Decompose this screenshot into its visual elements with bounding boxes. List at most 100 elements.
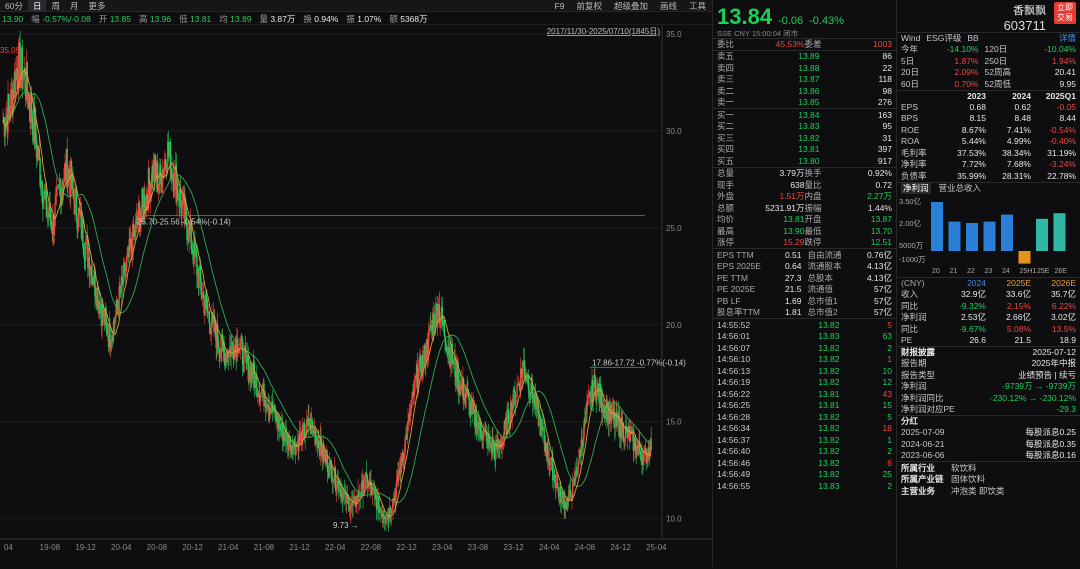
fundamental-row: PE TTM 27.3 总股本 4.13亿 bbox=[713, 272, 896, 284]
range-label: 2017/11/30-2025/07/10(1845日) bbox=[547, 27, 661, 36]
stat-row: 总额 5231.91万 振幅 1.44% bbox=[713, 202, 896, 214]
ohlc-field-label: 均 bbox=[219, 13, 231, 24]
tick-price: 13.82 bbox=[818, 319, 840, 330]
bid-level-row[interactable]: 买四 13.81 397 bbox=[713, 144, 896, 156]
stat-value: 13.70 bbox=[870, 225, 892, 236]
fundamental-label: 总市值2 bbox=[807, 307, 838, 318]
ohlc-field-value: 13.85 bbox=[109, 13, 131, 24]
industry-value: 软饮料 bbox=[951, 462, 977, 473]
ask-volume: 276 bbox=[877, 97, 892, 108]
ma-line-green bbox=[2, 91, 652, 504]
quote-panel: 13.84 -0.06 -0.43% SSE CNY 15:00:04 闭市 委… bbox=[712, 0, 896, 567]
stat-label: 振幅 bbox=[804, 202, 822, 213]
tick-volume: 10 bbox=[882, 365, 892, 376]
period-tab[interactable]: 周 bbox=[46, 0, 65, 12]
performance-row: 今年 -14.10% 120日 -10.04% bbox=[897, 44, 1080, 56]
fundamental-value: 57亿 bbox=[874, 295, 892, 306]
industry-value: 固体饮料 bbox=[951, 474, 986, 485]
perf-value: 0.70% bbox=[954, 78, 979, 89]
forecast-value: 13.5% bbox=[1051, 323, 1076, 334]
metric-row: ROE 8.67% 7.41% -0.54% bbox=[897, 124, 1080, 136]
period-tab[interactable]: 60分 bbox=[0, 0, 28, 12]
profit-bar bbox=[948, 221, 961, 251]
period-tab[interactable]: 更多 bbox=[84, 0, 111, 12]
kline-chart[interactable]: 10.0 15.0 20.0 25.0 30.0 35.0 2017/11/30-2025/… bbox=[0, 26, 712, 567]
stat-value: 13.90 bbox=[783, 225, 805, 236]
candle-body bbox=[541, 419, 543, 428]
report-value: 业绩预告 | 续亏 bbox=[1018, 369, 1076, 380]
x-tick-label: 24-04 bbox=[539, 543, 560, 552]
stat-label: 换手 bbox=[804, 168, 822, 179]
forecast-value: 33.6亿 bbox=[1005, 289, 1031, 300]
ask-level-row[interactable]: 卖五 13.89 86 bbox=[713, 51, 896, 63]
tick-time: 14:55:52 bbox=[717, 319, 751, 330]
forecast-header-cell: 2024 bbox=[967, 278, 986, 289]
tick-price: 13.82 bbox=[818, 457, 840, 468]
forecast-value: 2.53亿 bbox=[960, 312, 986, 323]
fundamental-value: 0.51 bbox=[784, 249, 802, 260]
ohlc-field-value: 1.07% bbox=[357, 13, 382, 24]
tick-price: 13.82 bbox=[818, 354, 840, 365]
trade-tick-row: 14:56:49 13.82 25 bbox=[713, 469, 896, 481]
tick-volume: 1 bbox=[887, 434, 892, 445]
toolbar-action-button[interactable]: 工具 bbox=[683, 0, 712, 12]
forecast-value: 26.6 bbox=[969, 335, 986, 346]
dividend-date: 2023-06-06 bbox=[901, 450, 945, 461]
tick-price: 13.81 bbox=[818, 388, 840, 399]
metric-value: 5.44% bbox=[961, 136, 986, 147]
candle-body bbox=[443, 320, 446, 337]
tick-volume: 5 bbox=[887, 319, 892, 330]
report-label: 净利润 bbox=[901, 381, 927, 392]
rating-tab[interactable]: BB bbox=[967, 33, 978, 43]
report-label: 报告类型 bbox=[901, 369, 936, 380]
toolbar-action-button[interactable]: F9 bbox=[549, 1, 571, 11]
bar-x-label: 24 bbox=[1002, 268, 1010, 275]
ask-level-row[interactable]: 卖四 13.88 22 bbox=[713, 62, 896, 74]
trade-button[interactable]: 立即 交易 bbox=[1054, 2, 1076, 24]
period-tab[interactable]: 月 bbox=[65, 0, 84, 12]
x-tick-label: 04 bbox=[4, 543, 13, 552]
metrics-year: 2023 bbox=[967, 90, 986, 101]
toolbar-action-button[interactable]: 前复权 bbox=[570, 0, 608, 12]
stat-label: 量比 bbox=[804, 179, 822, 190]
bid-level-row[interactable]: 买三 13.82 31 bbox=[713, 132, 896, 144]
trade-tick-row: 14:56:22 13.81 43 bbox=[713, 388, 896, 400]
profit-bar-chart: 3.50亿 2.00亿 5000万 -1000万 20 21 22 23 24 25H1 25E 26… bbox=[899, 196, 1068, 275]
bid-level-label: 买五 bbox=[717, 155, 735, 166]
order-ratio-value: 45.53% bbox=[775, 39, 805, 50]
ohlc-field-label: 幅 bbox=[31, 13, 43, 24]
detail-link[interactable]: 详情 bbox=[1059, 32, 1076, 44]
report-row: 报告类型 业绩预告 | 续亏 bbox=[897, 369, 1080, 381]
x-tick-label: 21-12 bbox=[289, 543, 310, 552]
bid-level-row[interactable]: 买一 13.84 163 bbox=[713, 109, 896, 121]
ask-level-row[interactable]: 卖一 13.85 276 bbox=[713, 97, 896, 109]
ask-level-row[interactable]: 卖三 13.87 118 bbox=[713, 74, 896, 86]
period-tab[interactable]: 日 bbox=[27, 0, 47, 12]
ask-level-row[interactable]: 卖二 13.86 98 bbox=[713, 85, 896, 97]
kline-svg[interactable]: 10.0 15.0 20.0 25.0 30.0 35.0 2017/11/30-2025/… bbox=[0, 26, 712, 567]
bid-level-label: 买三 bbox=[717, 132, 735, 143]
candle-body bbox=[259, 397, 262, 403]
ohlc-field-value: 13.96 bbox=[149, 13, 172, 24]
tick-volume: 1 bbox=[887, 354, 892, 365]
tick-price: 13.82 bbox=[818, 342, 840, 353]
stat-label: 总额 bbox=[717, 202, 735, 213]
forecast-value: 5.08% bbox=[1006, 323, 1031, 334]
industry-row: 所属行业 软饮料 bbox=[897, 462, 1080, 474]
rating-tab[interactable]: Wind bbox=[901, 33, 920, 43]
toolbar-action-button[interactable]: 画线 bbox=[654, 0, 683, 12]
bid-level-row[interactable]: 买二 13.83 95 bbox=[713, 121, 896, 133]
bid-level-row[interactable]: 买五 13.80 917 bbox=[713, 155, 896, 167]
x-tick-label: 25-04 bbox=[646, 543, 667, 552]
toolbar-action-button[interactable]: 超级叠加 bbox=[608, 0, 654, 12]
candle-body bbox=[516, 385, 518, 397]
chart-tab[interactable]: 净利润 bbox=[901, 181, 931, 194]
ask-volume: 118 bbox=[878, 74, 892, 85]
tick-price: 13.82 bbox=[818, 446, 840, 457]
perf-value: 2.09% bbox=[954, 67, 979, 78]
chart-tab[interactable]: 营业总收入 bbox=[937, 182, 984, 194]
rating-tab[interactable]: ESG评级 bbox=[926, 32, 961, 44]
forecast-header-cell: 2026E bbox=[1051, 278, 1076, 289]
bar-x-label: 26E bbox=[1055, 268, 1068, 275]
toolbar-actions: F9 前复权 超级叠加 画线 工具 bbox=[549, 0, 712, 12]
